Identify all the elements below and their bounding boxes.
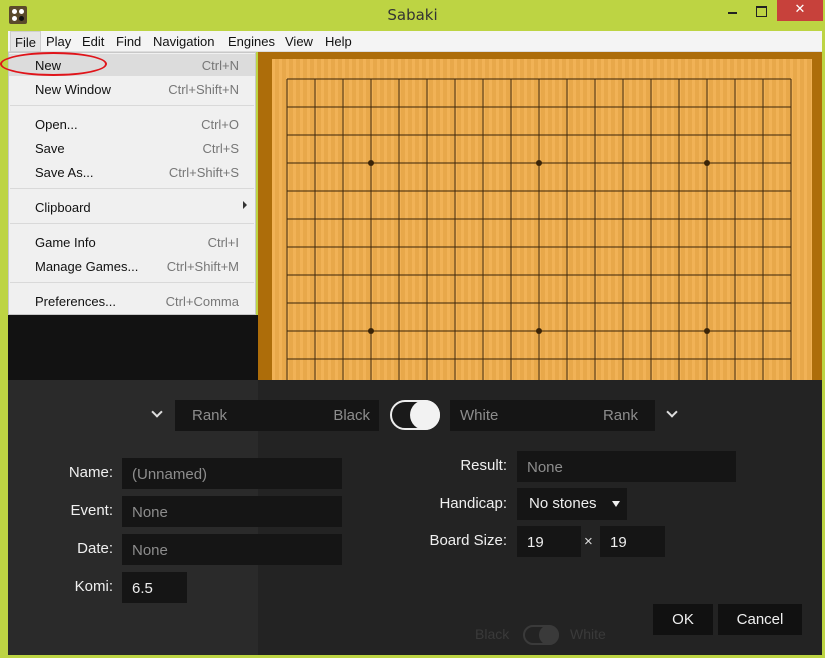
menu-item-shortcut: Ctrl+Shift+M bbox=[166, 259, 239, 274]
menu-separator bbox=[10, 105, 254, 106]
event-input[interactable]: None bbox=[122, 496, 342, 527]
handicap-label: Handicap: bbox=[439, 495, 507, 512]
star-point bbox=[368, 160, 374, 166]
menu-help[interactable]: Help bbox=[325, 34, 352, 49]
dropdown-arrow-icon bbox=[612, 501, 620, 507]
menu-item-shortcut: Ctrl+O bbox=[201, 117, 239, 132]
ok-button[interactable]: OK bbox=[653, 604, 713, 635]
menu-file[interactable]: File bbox=[10, 31, 41, 52]
menu-item-game-info[interactable]: Game Info Ctrl+I bbox=[9, 231, 255, 253]
event-label: Event: bbox=[70, 502, 113, 519]
menu-item-shortcut: Ctrl+N bbox=[201, 58, 239, 73]
times-glyph: × bbox=[584, 533, 593, 550]
star-point bbox=[536, 160, 542, 166]
star-point bbox=[368, 328, 374, 334]
name-label: Name: bbox=[68, 464, 113, 481]
white-rank-input[interactable]: Rank bbox=[603, 407, 638, 424]
sidebar-background bbox=[8, 315, 258, 382]
submenu-arrow-icon bbox=[243, 201, 247, 209]
name-input[interactable]: (Unnamed) bbox=[122, 458, 342, 489]
menu-separator bbox=[10, 223, 254, 224]
white-engine-chevron-icon[interactable] bbox=[666, 408, 678, 420]
date-input[interactable]: None bbox=[122, 534, 342, 565]
menu-navigation[interactable]: Navigation bbox=[153, 34, 214, 49]
menu-item-label: New Window bbox=[35, 82, 111, 97]
star-point bbox=[704, 160, 710, 166]
status-black-label: Black bbox=[475, 626, 510, 642]
black-name-input[interactable]: Black bbox=[333, 407, 370, 424]
menu-item-label: Manage Games... bbox=[35, 259, 139, 274]
menu-edit[interactable]: Edit bbox=[82, 34, 104, 49]
komi-input[interactable]: 6.5 bbox=[122, 572, 187, 603]
file-menu-dropdown: New Ctrl+N New Window Ctrl+Shift+N Open.… bbox=[8, 52, 256, 315]
board-height-input[interactable]: 19 bbox=[600, 526, 665, 557]
menu-item-label: Clipboard bbox=[35, 200, 91, 215]
result-label: Result: bbox=[460, 457, 507, 474]
menu-item-clipboard[interactable]: Clipboard bbox=[9, 196, 255, 218]
menu-item-label: Preferences... bbox=[35, 294, 116, 309]
menu-item-open[interactable]: Open... Ctrl+O bbox=[9, 113, 255, 135]
toggle-knob bbox=[410, 400, 440, 430]
menu-item-new-window[interactable]: New Window Ctrl+Shift+N bbox=[9, 78, 255, 100]
status-player-toggle bbox=[523, 625, 559, 645]
black-rank-input[interactable]: Rank bbox=[192, 407, 227, 424]
board-size-label: Board Size: bbox=[429, 532, 507, 549]
menu-item-shortcut: Ctrl+I bbox=[207, 235, 239, 250]
menu-item-preferences[interactable]: Preferences... Ctrl+Comma bbox=[9, 290, 255, 312]
cancel-button[interactable]: Cancel bbox=[718, 604, 802, 635]
handicap-value: No stones bbox=[529, 495, 597, 512]
komi-label: Komi: bbox=[74, 578, 113, 595]
result-input[interactable]: None bbox=[517, 451, 736, 482]
menu-view[interactable]: View bbox=[285, 34, 313, 49]
star-point bbox=[536, 328, 542, 334]
menu-separator bbox=[10, 188, 254, 189]
window-title: Sabaki bbox=[387, 6, 438, 24]
menu-find[interactable]: Find bbox=[116, 34, 141, 49]
menu-item-shortcut: Ctrl+Shift+S bbox=[168, 165, 239, 180]
close-button[interactable]: ✕ bbox=[777, 0, 823, 21]
menu-item-label: Save bbox=[35, 141, 65, 156]
menu-engines[interactable]: Engines bbox=[228, 34, 275, 49]
menu-item-save-as[interactable]: Save As... Ctrl+Shift+S bbox=[9, 161, 255, 183]
menu-item-shortcut: Ctrl+Comma bbox=[165, 294, 239, 309]
star-point bbox=[704, 328, 710, 334]
date-label: Date: bbox=[77, 540, 113, 557]
title-bar: Sabaki ✕ bbox=[0, 0, 825, 31]
menu-item-save[interactable]: Save Ctrl+S bbox=[9, 137, 255, 159]
menu-item-shortcut: Ctrl+Shift+N bbox=[168, 82, 239, 97]
menu-item-label: Game Info bbox=[35, 235, 96, 250]
board-grid bbox=[286, 78, 792, 382]
menu-item-manage-games[interactable]: Manage Games... Ctrl+Shift+M bbox=[9, 255, 255, 277]
menu-separator bbox=[10, 282, 254, 283]
status-white-label: White bbox=[570, 626, 606, 642]
go-board[interactable] bbox=[272, 59, 812, 382]
highlight-annotation bbox=[0, 52, 107, 76]
menu-play[interactable]: Play bbox=[46, 34, 71, 49]
maximize-button[interactable] bbox=[747, 0, 775, 21]
black-player-field[interactable]: Rank Black bbox=[175, 400, 379, 431]
swap-players-toggle[interactable] bbox=[390, 400, 440, 430]
handicap-select[interactable]: No stones bbox=[517, 488, 627, 520]
menu-item-label: Save As... bbox=[35, 165, 94, 180]
white-player-field[interactable]: White Rank bbox=[450, 400, 655, 431]
menu-item-shortcut: Ctrl+S bbox=[202, 141, 239, 156]
white-name-input[interactable]: White bbox=[460, 407, 498, 424]
board-width-input[interactable]: 19 bbox=[517, 526, 581, 557]
minimize-button[interactable] bbox=[719, 0, 747, 21]
black-engine-chevron-icon[interactable] bbox=[151, 408, 163, 420]
menu-item-label: Open... bbox=[35, 117, 78, 132]
menu-bar: File Play Edit Find Navigation Engines V… bbox=[8, 31, 822, 52]
